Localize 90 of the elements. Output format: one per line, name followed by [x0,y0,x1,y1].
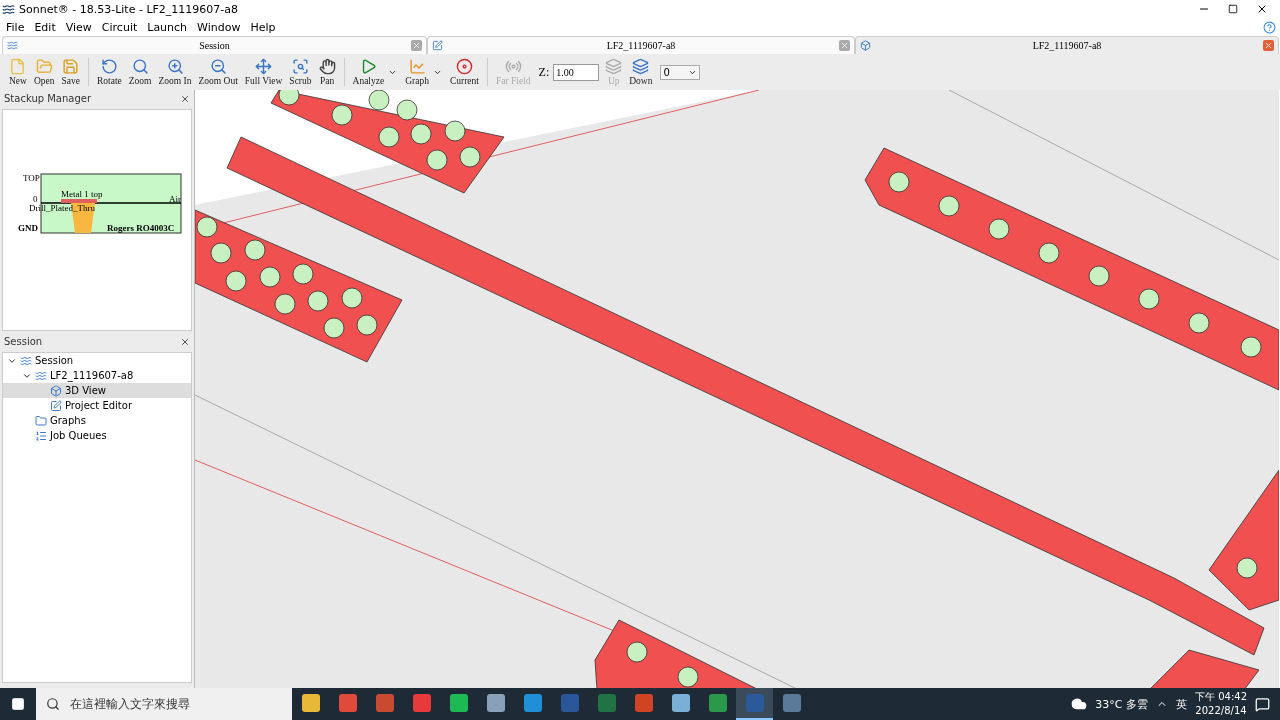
window-title: Sonnet® - 18.53-Lite - LF2_1119607-a8 [19,2,240,16]
document-tab[interactable]: LF2_1119607-a8 [427,36,855,54]
file-icon [9,58,27,75]
search-icon [131,58,149,75]
menu-item[interactable]: View [61,20,96,34]
app-icon [523,694,542,712]
close-icon[interactable] [180,336,190,347]
close-tab-icon[interactable] [1263,40,1274,51]
toolbar-button[interactable]: Scrub [286,58,315,86]
list-icon [35,429,47,442]
toolbar-button[interactable]: Open [30,58,58,86]
app-logo-icon [2,2,15,16]
tree-item[interactable]: LF2_1119607-a8 [3,368,191,383]
weather-text: 33°C 多雲 [1095,696,1148,712]
z-label: Z: [538,64,550,80]
stackup-drawing: TOP 0 GND Metal 1 top Air Drill_Plated_Thru Rogers RO4003C [3,110,191,310]
cloud-icon [1071,696,1088,712]
move-icon [255,58,273,75]
app-icon [745,694,764,712]
zoom-out-icon [209,58,227,75]
cube-icon [860,40,871,51]
folder-icon [35,58,53,75]
app-icon [560,694,579,712]
app-icon [708,694,727,712]
app-icon [375,694,394,712]
wave-icon [20,354,32,367]
menu-item[interactable]: Circuit [97,20,142,34]
app-icon [412,694,431,712]
save-icon [62,58,80,75]
clock[interactable]: 下午 04:42 2022/8/14 [1195,690,1247,718]
toolbar-button[interactable]: Save [58,58,83,86]
wave-icon [35,369,47,382]
cube-icon [50,384,62,397]
hand-icon [318,58,336,75]
tree-item[interactable]: Job Queues [3,428,191,443]
layers-icon [632,58,650,75]
help-icon[interactable] [1263,20,1276,34]
toolbar-button[interactable]: Rotate [94,58,125,86]
layers-icon [605,58,623,75]
toolbar-button[interactable]: Zoom Out [195,58,241,86]
ime-indicator[interactable]: 英 [1176,696,1187,712]
antenna-icon [504,58,522,75]
tree-item[interactable]: 3D View [3,383,191,398]
menu-item[interactable]: Launch [143,20,192,34]
edit-icon [50,399,62,412]
toolbar-button[interactable]: Graph [402,58,432,86]
restore-icon[interactable] [1228,4,1238,14]
layer-dropdown[interactable]: 0 [660,64,701,80]
toolbar-button[interactable]: Zoom In [155,58,195,86]
edit-icon [432,40,443,51]
app-icon [671,694,690,712]
app-icon [301,694,320,712]
app-icon [338,694,357,712]
tree-item[interactable]: Graphs [3,413,191,428]
app-icon [449,694,468,712]
z-input-field[interactable]: 1.00 [553,63,600,81]
toolbar-button[interactable]: Pan [315,58,339,86]
taskbar-app[interactable] [736,688,773,720]
rotate-icon [100,58,118,75]
menu-item[interactable]: Window [193,20,245,34]
search-bar[interactable]: 在這裡輸入文字來搜尋 [36,688,292,720]
toolbar-button[interactable]: Current [446,58,482,86]
toolbar-button[interactable]: Down [626,58,656,86]
wave-icon [7,40,18,51]
app-icon [486,694,505,712]
chart-icon [408,58,426,75]
zoom-in-icon [166,58,184,75]
search-icon [46,697,60,711]
toolbar-button[interactable]: New [6,58,30,86]
menu-item[interactable]: File [2,20,29,34]
document-tab[interactable]: Session [2,36,427,54]
tree-item[interactable]: Session [3,353,191,368]
panel-title: Stackup Manager [4,93,93,104]
scan-icon [291,58,309,75]
menu-item[interactable]: Edit [30,20,60,34]
toolbar-button[interactable]: Full View [241,58,286,86]
toolbar-button[interactable]: Zoom [125,58,155,86]
app-icon [634,694,653,712]
menu-item[interactable]: Help [246,20,280,34]
document-tab[interactable]: LF2_1119607-a8 [855,36,1279,54]
close-icon[interactable] [180,93,190,104]
app-icon [782,694,801,712]
notification-icon[interactable] [1255,696,1270,712]
toolbar-button[interactable]: Analyze [349,58,388,86]
folder-icon [35,414,47,427]
app-icon [597,694,616,712]
tree-item[interactable]: Project Editor [3,398,191,413]
search-input-field[interactable]: 在這裡輸入文字來搜尋 [68,696,262,712]
panel-title: Session [4,336,44,347]
close-icon[interactable] [1256,3,1268,15]
